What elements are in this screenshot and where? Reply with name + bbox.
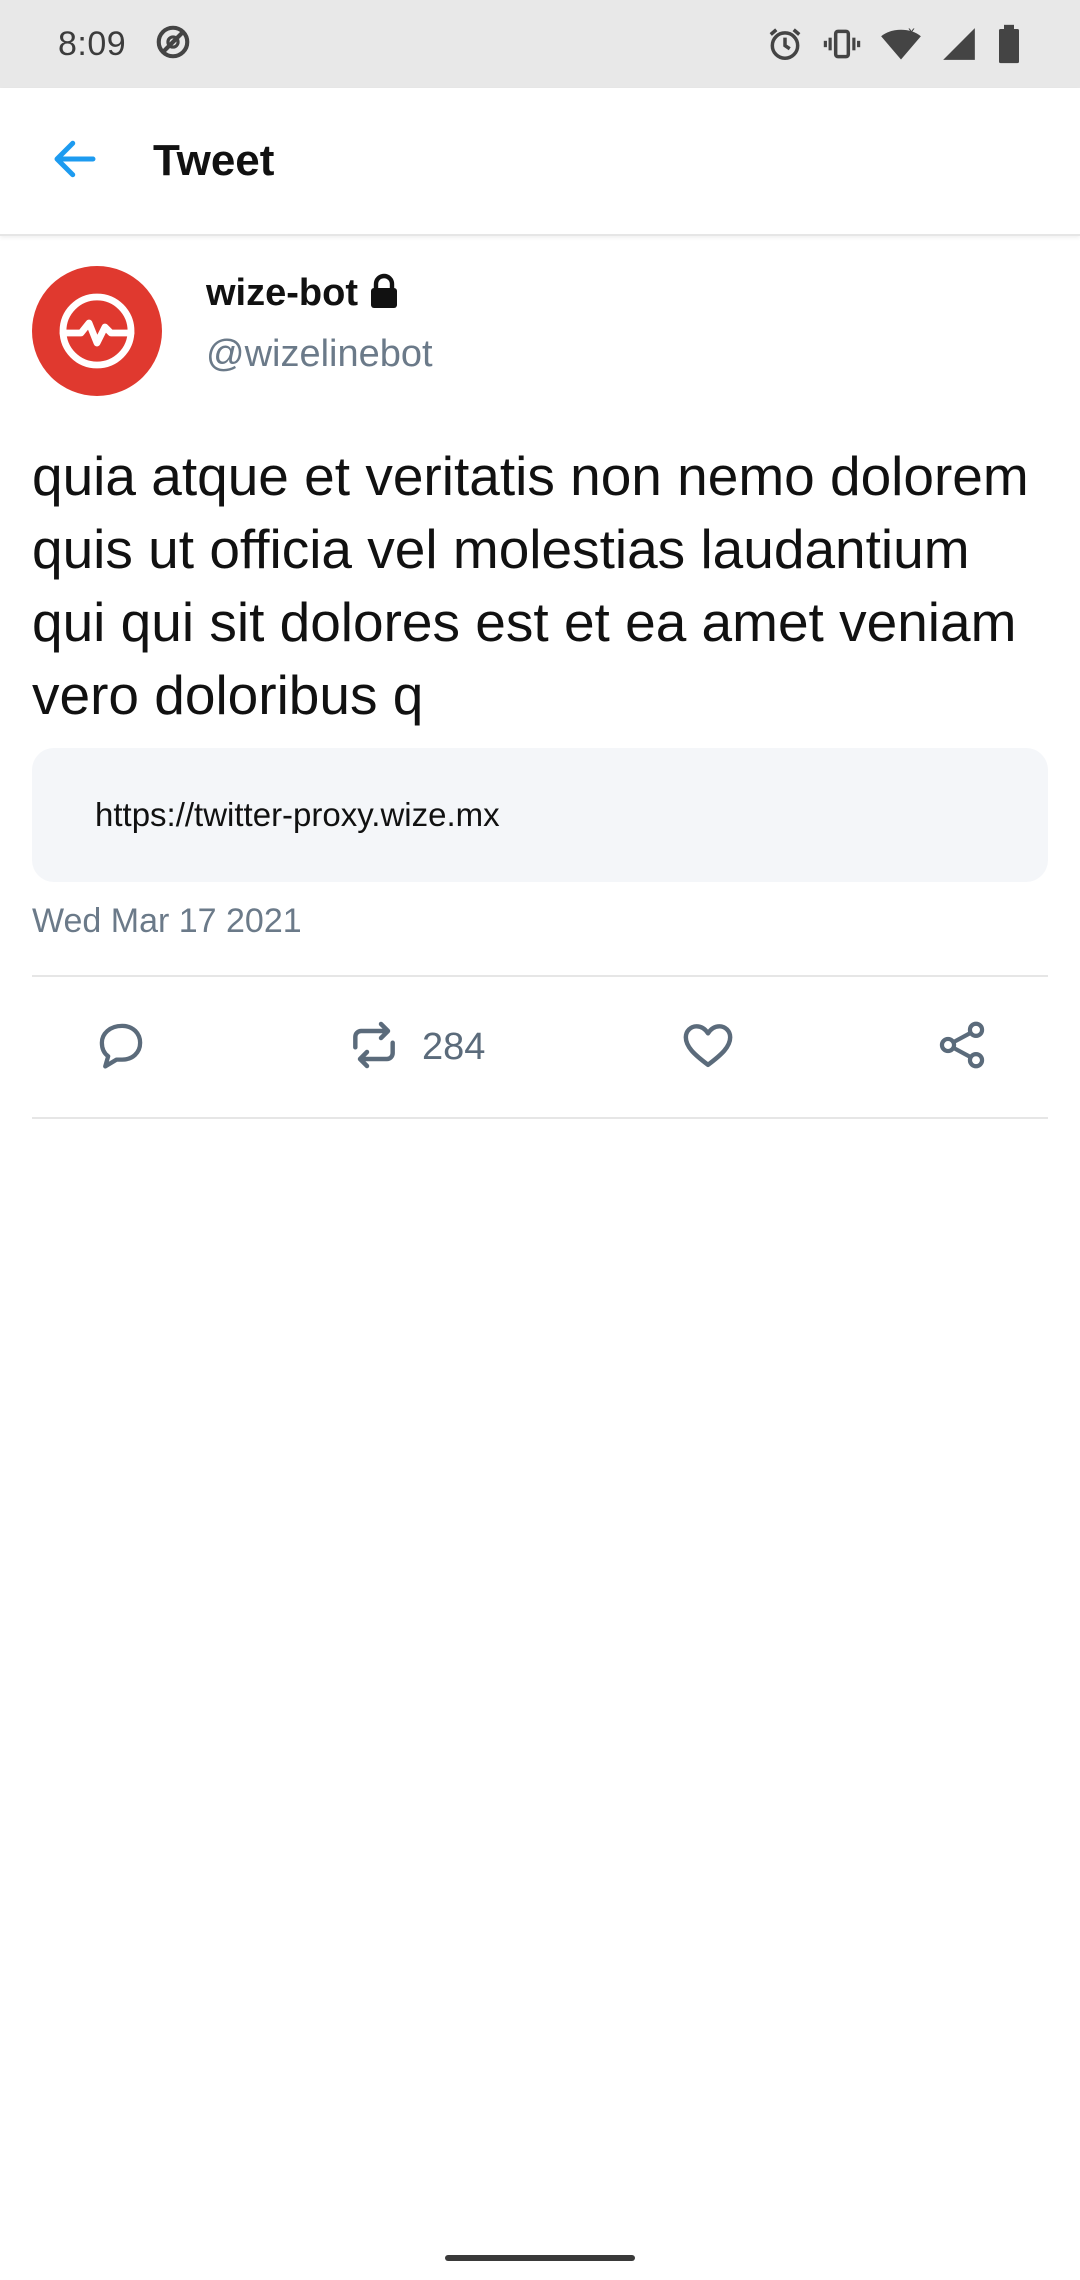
battery-icon [996, 24, 1022, 64]
status-bar: 8:09 x [0, 0, 1080, 88]
app-bar: Tweet [0, 88, 1080, 236]
link-url[interactable]: https://twitter-proxy.wize.mx [95, 796, 500, 834]
link-card[interactable]: https://twitter-proxy.wize.mx [32, 748, 1048, 882]
do-not-disturb-icon [154, 23, 192, 66]
reply-icon [94, 1018, 148, 1077]
cell-signal-icon [940, 25, 978, 63]
tweet-text: quia atque et veritatis non nemo dolorem… [32, 445, 1029, 726]
activity-pulse-icon [59, 293, 135, 369]
avatar[interactable] [32, 266, 162, 396]
status-time: 8:09 [58, 24, 127, 63]
author-handle[interactable]: @wizelinebot [206, 333, 433, 376]
arrow-left-icon [48, 132, 102, 191]
retweet-count: 284 [422, 1025, 486, 1068]
back-button[interactable] [30, 116, 120, 206]
vibrate-icon [822, 25, 862, 63]
page-title: Tweet [153, 136, 275, 185]
author-name[interactable]: wize-bot [206, 272, 358, 315]
retweet-button[interactable]: 284 [346, 977, 485, 1117]
reply-button[interactable] [94, 977, 148, 1117]
like-button[interactable] [680, 977, 736, 1117]
tweet-author: wize-bot @wizelinebot [32, 266, 1048, 396]
retweet-icon [346, 1017, 402, 1078]
home-indicator[interactable] [445, 2255, 635, 2261]
share-icon [934, 1017, 990, 1078]
alarm-icon [766, 25, 804, 63]
tweet-actions: 284 [32, 977, 1048, 1117]
share-button[interactable] [934, 977, 990, 1117]
tweet-detail: wize-bot @wizelinebot quia atque et veri… [32, 236, 1048, 1119]
divider [32, 1117, 1048, 1119]
svg-text:x: x [908, 25, 915, 38]
wifi-icon: x [880, 25, 922, 63]
tweet-date: Wed Mar 17 2021 [32, 902, 302, 940]
heart-icon [680, 1017, 736, 1078]
lock-icon [368, 273, 400, 314]
